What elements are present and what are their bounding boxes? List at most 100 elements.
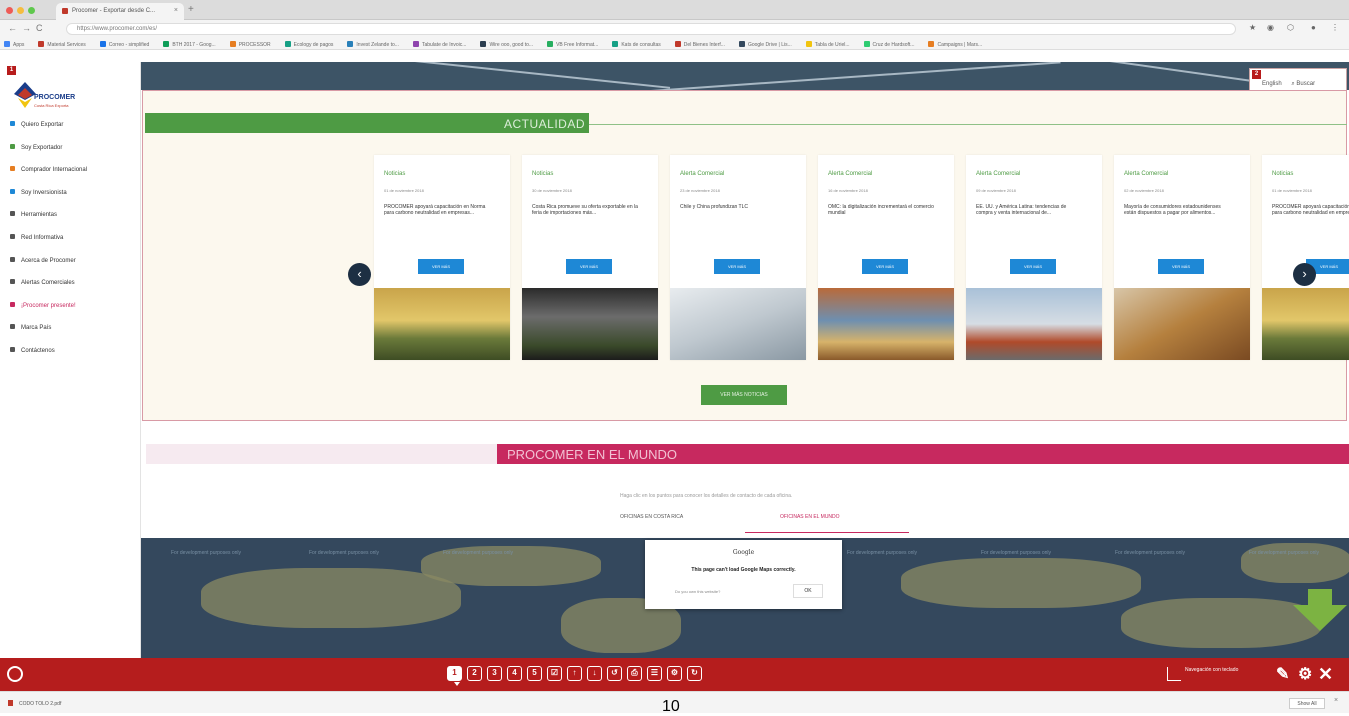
news-card[interactable]: Alerta Comercial 02 de noviembre 2018 Mayo… bbox=[1114, 155, 1250, 360]
toolbar-button[interactable]: ↺ bbox=[607, 666, 622, 681]
toolbar-button[interactable]: ☑ bbox=[547, 666, 562, 681]
bookmark-item[interactable]: Invest Zelande to... bbox=[347, 41, 399, 48]
bookmark-item[interactable]: Correo - simplified bbox=[99, 41, 149, 48]
back-button[interactable]: ← bbox=[8, 23, 17, 33]
bookmark-item[interactable]: Material Services bbox=[38, 41, 86, 48]
search-link[interactable]: Buscar bbox=[1296, 81, 1315, 87]
toolbar-button[interactable]: 3 bbox=[487, 666, 502, 681]
url-input[interactable]: https://www.procomer.com/es/ bbox=[66, 23, 1236, 35]
news-card[interactable]: Noticias 30 de noviembre 2018 Costa Rica p… bbox=[522, 155, 658, 360]
toolbar-button[interactable]: 2 bbox=[467, 666, 482, 681]
news-title[interactable]: OMC: la digitalización incrementará el c… bbox=[828, 204, 936, 216]
bookmark-item[interactable]: Cruz de Hardsoft... bbox=[863, 41, 914, 48]
bookmark-item[interactable]: BTH 2017 - Goog... bbox=[163, 41, 216, 48]
news-image[interactable] bbox=[1262, 288, 1349, 360]
sidebar-item[interactable]: ¡Procomer presente! bbox=[10, 301, 76, 314]
forward-button[interactable]: → bbox=[22, 23, 31, 33]
bookmark-star-icon[interactable]: ★ bbox=[1249, 23, 1256, 32]
close-toolbar-icon[interactable]: ✕ bbox=[1318, 664, 1333, 685]
minimize-window-button[interactable] bbox=[17, 7, 24, 14]
bookmark-item[interactable]: Del Bienes Interf... bbox=[674, 41, 725, 48]
toolbar-button[interactable]: 5 bbox=[527, 666, 542, 681]
language-link[interactable]: English bbox=[1262, 81, 1282, 87]
close-window-button[interactable] bbox=[6, 7, 13, 14]
ok-button[interactable]: OK bbox=[793, 584, 823, 598]
sidebar-item[interactable]: Herramientas bbox=[10, 211, 57, 223]
news-card[interactable]: Alerta Comercial 09 de noviembre 2018 EE. … bbox=[966, 155, 1102, 360]
own-website-link[interactable]: Do you own this website? bbox=[675, 589, 720, 594]
bookmark-item[interactable]: Kats de consultas bbox=[612, 41, 661, 48]
ver-mas-button[interactable]: VER MÁS bbox=[862, 259, 908, 274]
carousel-next-button[interactable]: › bbox=[1293, 263, 1316, 286]
toolbar-button[interactable]: 4 bbox=[507, 666, 522, 681]
keyboard-nav-label[interactable]: Navegación con teclado bbox=[1185, 667, 1245, 673]
bookmark-item[interactable]: VB Free Informat... bbox=[547, 41, 598, 48]
carousel-prev-button[interactable]: ‹ bbox=[348, 263, 371, 286]
bookmark-item[interactable]: Apps bbox=[4, 41, 24, 48]
news-card[interactable]: Alerta Comercial 23 de noviembre 2018 Chil… bbox=[670, 155, 806, 360]
close-download-bar-icon[interactable]: × bbox=[1334, 697, 1338, 704]
extension-icon[interactable]: ◉ bbox=[1267, 23, 1274, 32]
bookmark-item[interactable]: Google Drive | Lis... bbox=[738, 41, 792, 48]
bookmark-item[interactable]: Tabla de Uriel... bbox=[805, 41, 850, 48]
sidebar-item[interactable]: Soy Inversionista bbox=[10, 188, 67, 201]
new-tab-button[interactable]: + bbox=[188, 4, 194, 15]
procomer-logo[interactable]: PROCOMER Costa Rica Exporta bbox=[14, 82, 75, 110]
ver-mas-button[interactable]: VER MÁS bbox=[1010, 259, 1056, 274]
download-item[interactable]: CODO TOLO 2.pdf bbox=[8, 700, 61, 707]
news-card[interactable]: Noticias 01 de noviembre 2018 PROCOMER apo… bbox=[374, 155, 510, 360]
news-image[interactable] bbox=[374, 288, 510, 360]
sidebar-item[interactable]: Alertas Comerciales bbox=[10, 279, 75, 291]
sidebar-item[interactable]: Quiero Exportar bbox=[10, 121, 63, 133]
menu-icon[interactable]: ⋮ bbox=[1331, 23, 1339, 32]
settings-icon[interactable]: ⚙ bbox=[1298, 664, 1312, 684]
news-image[interactable] bbox=[966, 288, 1102, 360]
profile-icon[interactable]: ● bbox=[1311, 23, 1316, 32]
browser-tab[interactable]: Procomer - Exportar desde C... × bbox=[56, 3, 184, 20]
toolbar-button[interactable]: ⎙ bbox=[627, 666, 642, 681]
news-title[interactable]: Chile y China profundizan TLC bbox=[680, 204, 788, 210]
toolbar-logo-icon[interactable] bbox=[7, 666, 23, 682]
tab-oficinas-mundo[interactable]: OFICINAS EN EL MUNDO bbox=[780, 514, 840, 520]
news-card[interactable]: Alerta Comercial 16 de noviembre 2018 OMC:… bbox=[818, 155, 954, 360]
bookmark-item[interactable]: Ecology de pagos bbox=[284, 41, 333, 48]
show-all-button[interactable]: Show All bbox=[1289, 698, 1325, 709]
sidebar-item[interactable]: Comprador Internacional bbox=[10, 166, 87, 178]
news-card[interactable]: Noticias 01 de noviembre 2018 PROCOMER apo… bbox=[1262, 155, 1349, 360]
toolbar-button[interactable]: ↻ bbox=[687, 666, 702, 681]
ver-mas-button[interactable]: VER MÁS bbox=[714, 259, 760, 274]
extension2-icon[interactable]: ⬡ bbox=[1287, 23, 1294, 32]
news-title[interactable]: Mayoría de consumidores estadounidenses … bbox=[1124, 204, 1232, 216]
bookmark-item[interactable]: Tabulate de Invoic... bbox=[412, 41, 466, 48]
news-title[interactable]: Costa Rica promueve su oferta exportable… bbox=[532, 204, 640, 216]
pen-icon[interactable]: ✎ bbox=[1276, 664, 1289, 684]
sidebar-item[interactable]: Acerca de Procomer bbox=[10, 256, 76, 269]
toolbar-button[interactable]: ☰ bbox=[647, 666, 662, 681]
more-news-button[interactable]: VER MÁS NOTICIAS bbox=[701, 385, 787, 405]
news-title[interactable]: PROCOMER apoyará capacitación en Norma p… bbox=[384, 204, 492, 216]
news-title[interactable]: PROCOMER apoyará capacitación en Norma p… bbox=[1272, 204, 1349, 216]
ver-mas-button[interactable]: VER MÁS bbox=[1158, 259, 1204, 274]
toolbar-button[interactable]: 1 bbox=[447, 666, 462, 681]
bookmark-item[interactable]: Campaigns | Mars... bbox=[928, 41, 982, 48]
toolbar-button[interactable]: ⚙ bbox=[667, 666, 682, 681]
news-image[interactable] bbox=[1114, 288, 1250, 360]
bookmark-item[interactable]: Wire ooo, good to... bbox=[480, 41, 533, 48]
ver-mas-button[interactable]: VER MÁS bbox=[566, 259, 612, 274]
tab-close-icon[interactable]: × bbox=[174, 7, 178, 14]
tab-oficinas-costa-rica[interactable]: OFICINAS EN COSTA RICA bbox=[620, 514, 683, 520]
ver-mas-button[interactable]: VER MÁS bbox=[418, 259, 464, 274]
keyboard-nav-icon[interactable] bbox=[1167, 667, 1181, 681]
toolbar-button[interactable]: ↓ bbox=[587, 666, 602, 681]
toolbar-button[interactable]: ↑ bbox=[567, 666, 582, 681]
sidebar-item[interactable]: Red Informativa bbox=[10, 234, 63, 246]
reload-button[interactable]: C bbox=[36, 23, 43, 33]
maximize-window-button[interactable] bbox=[28, 7, 35, 14]
search-icon[interactable]: ⌕ bbox=[1291, 81, 1294, 87]
news-image[interactable] bbox=[522, 288, 658, 360]
bookmark-item[interactable]: PROCESSOR bbox=[229, 41, 271, 48]
sidebar-item[interactable]: Marca País bbox=[10, 324, 51, 336]
news-title[interactable]: EE. UU. y América Latina: tendencias de … bbox=[976, 204, 1084, 216]
news-image[interactable] bbox=[670, 288, 806, 360]
news-image[interactable] bbox=[818, 288, 954, 360]
